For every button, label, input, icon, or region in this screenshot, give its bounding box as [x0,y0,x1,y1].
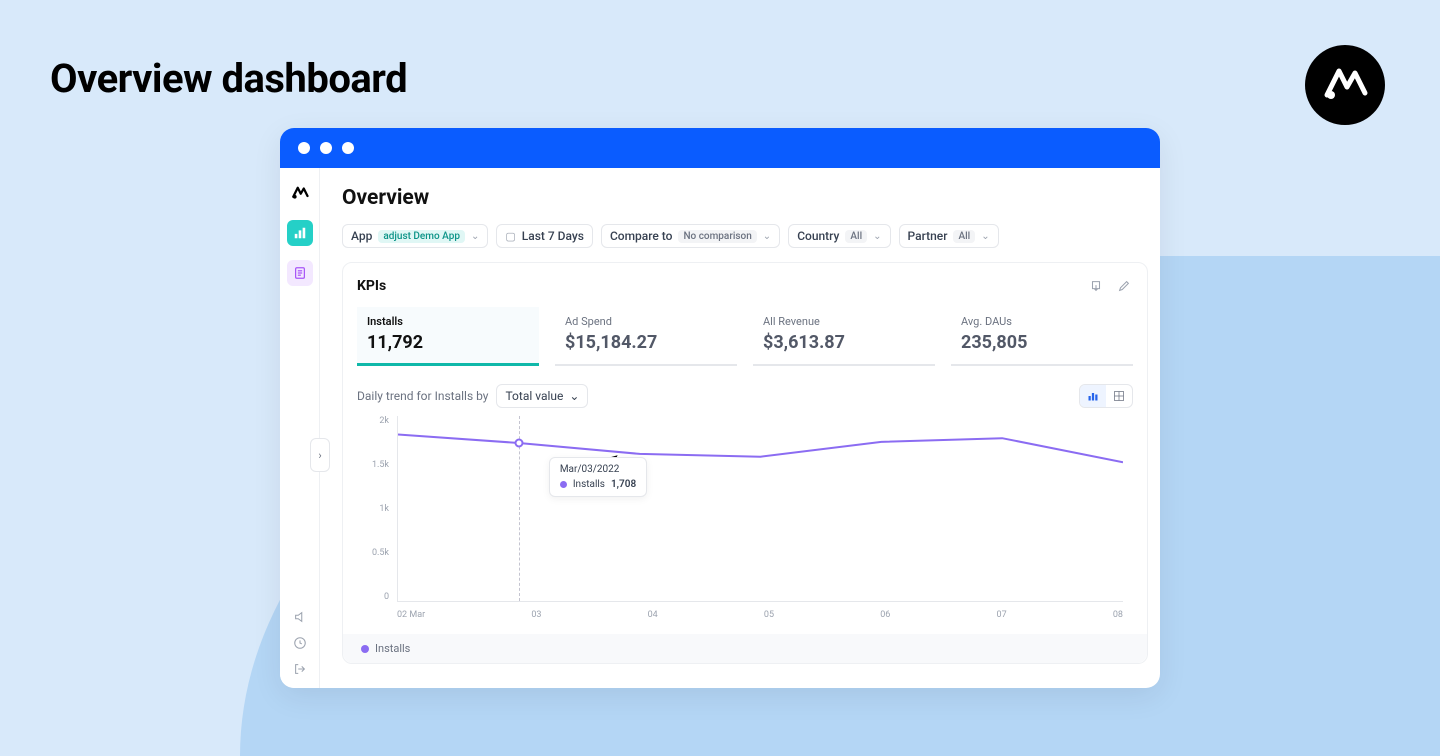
trend-select-value: Total value [505,389,563,403]
trend-select[interactable]: Total value ⌄ [496,384,588,408]
filter-app-label: App [351,229,372,243]
y-tick: 0 [363,592,389,602]
x-tick: 02 Mar [397,610,425,620]
filter-date[interactable]: ▢ Last 7 Days [496,224,593,248]
app-window: › Overview App adjust Demo App ⌄ ▢ Last … [280,128,1160,688]
page-title: Overview [342,186,1160,210]
y-tick: 1.5k [363,460,389,470]
app-body: › Overview App adjust Demo App ⌄ ▢ Last … [280,168,1160,688]
export-icon[interactable] [1087,277,1105,295]
card-actions [1087,277,1133,295]
page-heading: Overview dashboard [50,55,407,102]
filter-partner-label: Partner [908,229,948,243]
logout-icon[interactable] [291,660,309,678]
sound-icon[interactable] [291,608,309,626]
kpi-ad-spend[interactable]: Ad Spend $15,184.27 [555,307,737,366]
filter-country-label: Country [797,229,839,243]
plot-area[interactable]: ➤Mar/03/2022Installs1,708 [397,416,1123,602]
tooltip-date: Mar/03/2022 [560,464,636,475]
x-axis: 02 Mar 03 04 05 06 07 08 [397,610,1123,620]
tooltip-value: 1,708 [611,479,636,490]
kpi-value: 11,792 [367,332,529,353]
kpi-label: Avg. DAUs [961,315,1123,328]
chevron-right-icon: › [318,449,321,462]
tooltip-swatch [560,481,567,488]
chevron-down-icon: ⌄ [569,389,579,403]
kpi-label: All Revenue [763,315,925,328]
legend-swatch [361,645,369,653]
chart-tooltip: Mar/03/2022 Installs 1,708 [549,457,647,497]
y-tick: 1k [363,504,389,514]
chevron-down-icon: ⌄ [873,231,881,242]
card-header: KPIs [357,277,1133,295]
chevron-down-icon: ⌄ [471,231,479,242]
trend-chart: 2k 1.5k 1k 0.5k 0 ➤Mar/03/2022Installs1,… [363,416,1133,626]
kpi-row: Installs 11,792 Ad Spend $15,184.27 All … [357,307,1133,366]
filter-app-value: adjust Demo App [378,230,465,243]
filter-partner-value: All [953,230,975,243]
window-control-close[interactable] [298,142,310,154]
x-tick: 05 [764,610,774,620]
x-tick: 04 [648,610,658,620]
sidebar-item-reports[interactable] [287,260,313,286]
sidebar [280,168,320,688]
tooltip-series: Installs [573,479,605,490]
window-control-minimize[interactable] [320,142,332,154]
kpi-installs[interactable]: Installs 11,792 [357,307,539,366]
filter-app[interactable]: App adjust Demo App ⌄ [342,224,488,248]
kpi-all-revenue[interactable]: All Revenue $3,613.87 [753,307,935,366]
trend-label-wrap: Daily trend for Installs by Total value … [357,384,588,408]
kpi-avg-daus[interactable]: Avg. DAUs 235,805 [951,307,1133,366]
y-tick: 0.5k [363,548,389,558]
adjust-logo-icon [1321,61,1369,109]
sidebar-item-analytics[interactable] [287,220,313,246]
filter-partner[interactable]: Partner All ⌄ [899,224,999,248]
kpi-value: 235,805 [961,332,1123,353]
window-control-zoom[interactable] [342,142,354,154]
chevron-down-icon: ⌄ [981,231,989,242]
x-tick: 07 [997,610,1007,620]
history-icon[interactable] [291,634,309,652]
brand-logo [1305,45,1385,125]
filter-date-label: Last 7 Days [522,229,584,243]
kpi-section-title: KPIs [357,278,386,294]
kpi-value: $3,613.87 [763,332,925,353]
x-tick: 08 [1113,610,1123,620]
sidebar-expand-handle[interactable]: › [310,438,330,472]
trend-controls: Daily trend for Installs by Total value … [357,384,1133,408]
edit-icon[interactable] [1115,277,1133,295]
view-toggle [1079,384,1133,408]
main-content: Overview App adjust Demo App ⌄ ▢ Last 7 … [320,168,1160,688]
chevron-down-icon: ⌄ [763,231,771,242]
calendar-icon: ▢ [505,230,515,243]
legend-label: Installs [375,642,410,655]
trend-label: Daily trend for Installs by [357,389,488,403]
y-axis: 2k 1.5k 1k 0.5k 0 [363,416,389,602]
filter-country-value: All [845,230,867,243]
filter-country[interactable]: Country All ⌄ [788,224,890,248]
kpi-value: $15,184.27 [565,332,727,353]
kpi-label: Installs [367,315,529,328]
x-tick: 06 [880,610,890,620]
sidebar-logo-icon[interactable] [287,180,313,206]
window-titlebar [280,128,1160,168]
filter-compare[interactable]: Compare to No comparison ⌄ [601,224,780,248]
filter-compare-label: Compare to [610,229,673,243]
x-tick: 03 [531,610,541,620]
chart-legend: Installs [343,634,1147,663]
kpi-card: KPIs Installs 11,792 Ad Spend $15,184.27 [342,262,1148,664]
y-tick: 2k [363,416,389,426]
filter-compare-value: No comparison [678,230,756,243]
view-chart-button[interactable] [1080,385,1106,407]
kpi-label: Ad Spend [565,315,727,328]
view-table-button[interactable] [1106,385,1132,407]
sidebar-bottom [291,608,309,678]
filter-bar: App adjust Demo App ⌄ ▢ Last 7 Days Comp… [342,224,1160,248]
